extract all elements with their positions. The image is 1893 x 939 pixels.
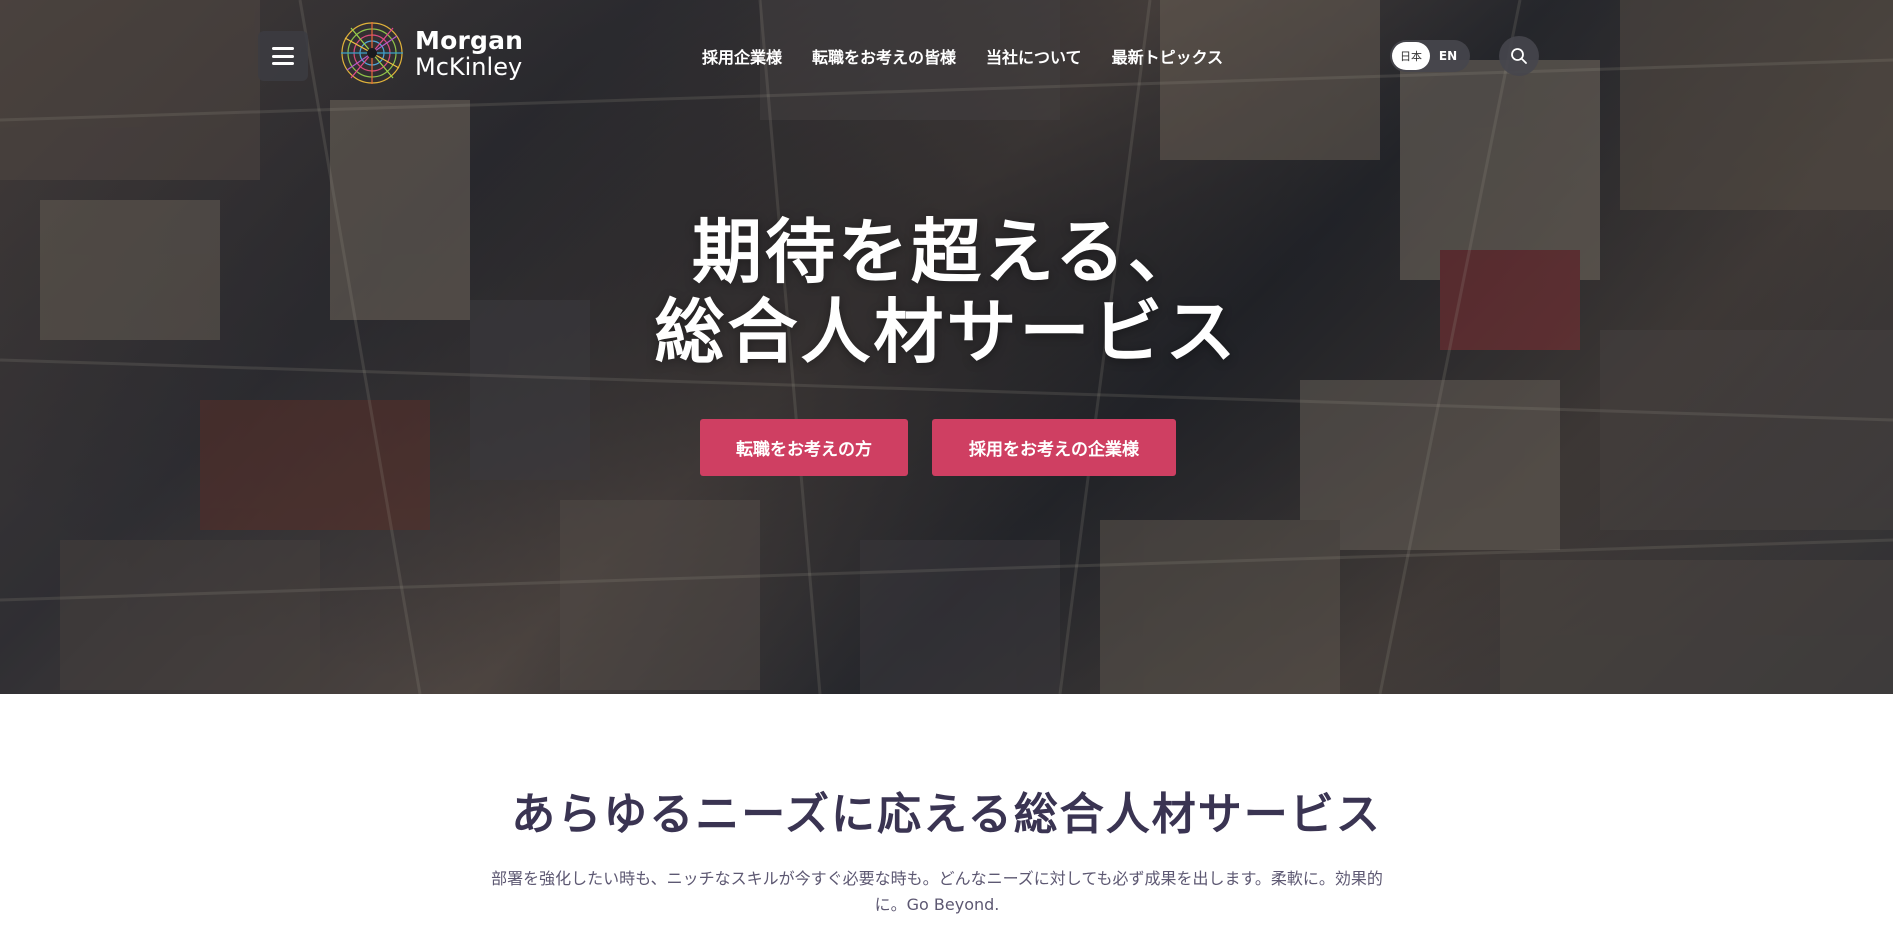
search-button[interactable] [1499, 36, 1539, 76]
morgan-mckinley-logo[interactable]: Morgan McKinley [337, 17, 547, 89]
search-icon [1511, 48, 1527, 64]
logo-mark-icon [341, 22, 403, 84]
nav-item-job-seekers[interactable]: 転職をお考えの皆様 [812, 44, 956, 68]
language-switcher: 日本 EN [1390, 40, 1470, 72]
nav-item-latest-topics[interactable]: 最新トピックス [1112, 44, 1224, 68]
language-option-ja[interactable]: 日本 [1392, 42, 1430, 70]
hero-title-line1: 期待を超える、 [692, 211, 1201, 293]
section-title: あらゆるニーズに応える総合人材サービス [511, 789, 1382, 840]
logo-text-line1: Morgan [415, 25, 524, 55]
logo-text-line2: McKinley [415, 52, 523, 81]
section-description: 部署を強化したい時も、ニッチなスキルが今すぐ必要な時も。どんなニーズに対しても必… [491, 869, 1383, 914]
hamburger-menu-icon [272, 47, 294, 65]
hamburger-menu-button[interactable] [258, 31, 308, 81]
job-seekers-cta-button[interactable]: 転職をお考えの方 [700, 419, 908, 476]
language-option-en[interactable]: EN [1430, 42, 1466, 70]
nav-item-about-us[interactable]: 当社について [986, 44, 1082, 68]
employers-cta-button[interactable]: 採用をお考えの企業様 [932, 419, 1176, 476]
nav-item-employers[interactable]: 採用企業様 [702, 44, 782, 68]
hero-title: 期待を超える、 総合人材サービス [0, 212, 1893, 372]
hero-title-line2: 総合人材サービス [654, 291, 1239, 373]
main-navigation: 採用企業様 転職をお考えの皆様 当社について 最新トピックス [702, 44, 1253, 68]
